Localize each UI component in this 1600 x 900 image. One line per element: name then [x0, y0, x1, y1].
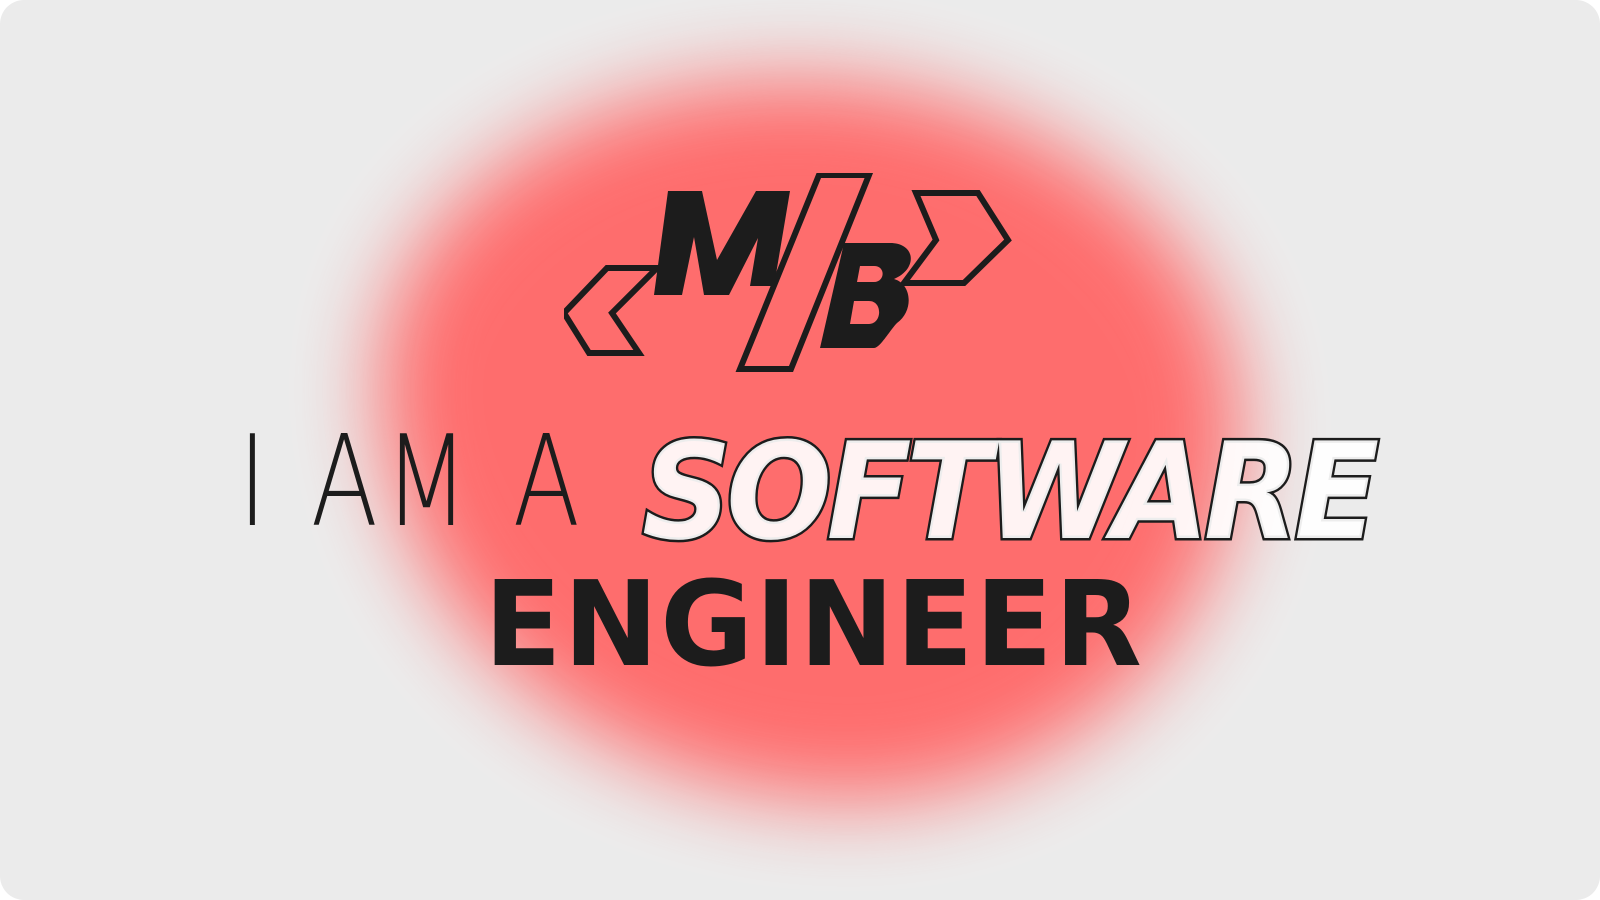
- headline-row-1: I AM A SOFTWARE: [0, 419, 1600, 562]
- letter-m: [654, 191, 790, 295]
- right-chevron-outline: [898, 190, 1012, 286]
- hero-card: I AM A SOFTWARE ENGINEER: [0, 0, 1600, 900]
- mb-logo: [564, 173, 1012, 372]
- headline-prefix: I AM A: [238, 408, 587, 555]
- headline-prefix-wrapper: I AM A: [238, 419, 684, 545]
- left-chevron-outline: [564, 265, 665, 356]
- headline-engineer: ENGINEER: [484, 555, 1144, 693]
- headline-highlight-software: SOFTWARE: [640, 414, 1382, 570]
